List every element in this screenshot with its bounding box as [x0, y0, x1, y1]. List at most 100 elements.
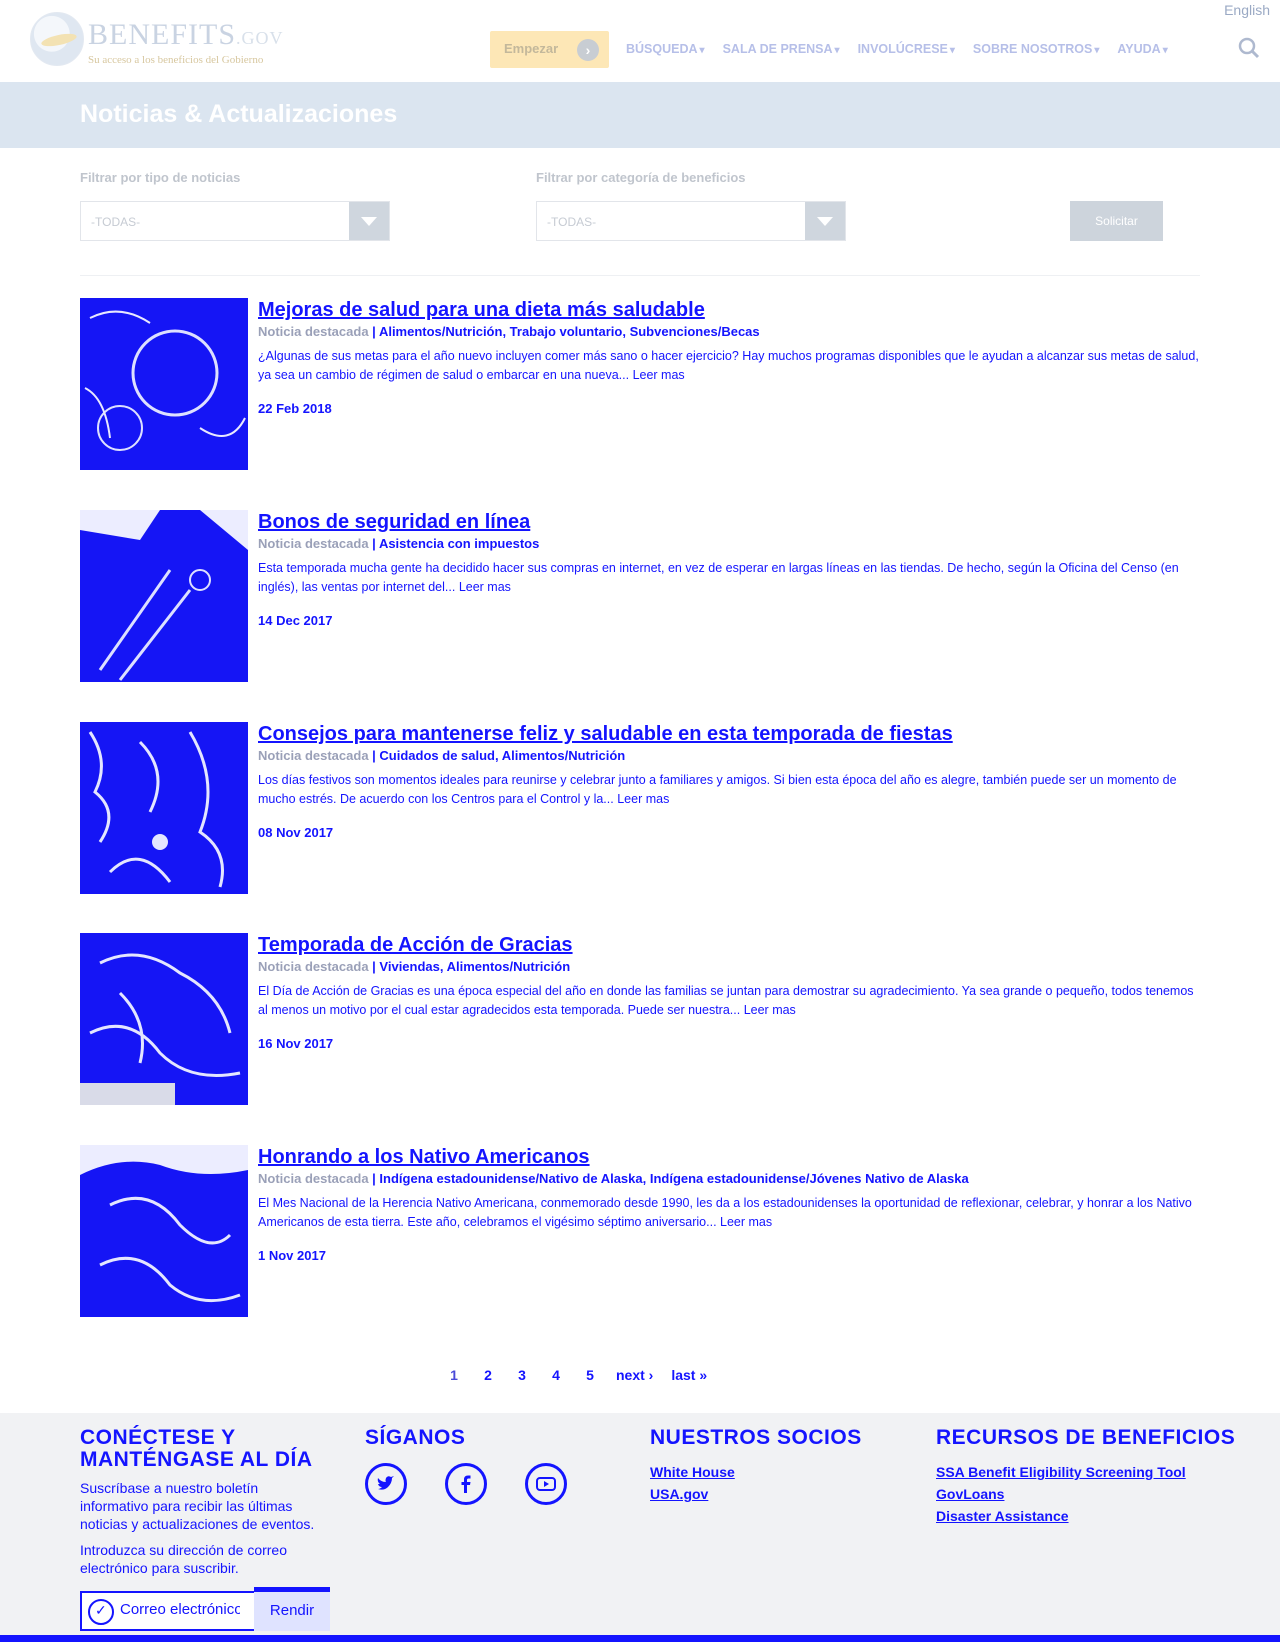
- footer-follow-title: SÍGANOS: [365, 1426, 466, 1449]
- news-thumbnail[interactable]: [80, 933, 248, 1105]
- chevron-down-icon: ▾: [834, 45, 840, 56]
- page-link-4[interactable]: 4: [542, 1360, 570, 1390]
- news-title-link[interactable]: Mejoras de salud para una dieta más salu…: [258, 298, 1200, 322]
- facebook-icon[interactable]: [445, 1463, 487, 1505]
- nav-item-busqueda[interactable]: BÚSQUEDA ▾: [626, 42, 705, 56]
- newsletter-form: Rendir: [80, 1587, 330, 1631]
- read-more-link[interactable]: Leer mas: [459, 580, 511, 594]
- news-item: Honrando a los Nativo Americanos Noticia…: [80, 1145, 1200, 1317]
- footer-partners-title: NUESTROS SOCIOS: [650, 1426, 862, 1449]
- category-filter-label: Filtrar por categoría de beneficios: [536, 170, 746, 185]
- nav-item-sala-de-prensa[interactable]: SALA DE PRENSA ▾: [723, 42, 840, 56]
- news-item: Consejos para mantenerse feliz y saludab…: [80, 722, 1200, 894]
- news-description: El Mes Nacional de la Herencia Nativo Am…: [258, 1196, 1192, 1229]
- filter-submit-button[interactable]: Solicitar: [1070, 201, 1163, 241]
- dropdown-arrow-icon[interactable]: [349, 202, 389, 240]
- news-date: 1 Nov 2017: [258, 1248, 326, 1263]
- page-link-2[interactable]: 2: [474, 1360, 502, 1390]
- footer-email-prompt: Introduzca su dirección de correo electr…: [80, 1542, 287, 1576]
- news-title-link[interactable]: Temporada de Acción de Gracias: [258, 933, 1200, 957]
- search-icon[interactable]: [1238, 37, 1260, 59]
- divider: [80, 275, 1200, 276]
- news-meta: Noticia destacada | Alimentos/Nutrición,…: [258, 324, 760, 339]
- news-type-select-value: -TODAS-: [91, 215, 141, 229]
- news-thumbnail[interactable]: [80, 1145, 248, 1317]
- news-type-filter-label: Filtrar por tipo de noticias: [80, 170, 241, 185]
- news-date: 16 Nov 2017: [258, 1036, 334, 1051]
- news-description: ¿Algunas de sus metas para el año nuevo …: [258, 349, 1199, 382]
- page-link-3[interactable]: 3: [508, 1360, 536, 1390]
- news-title-link[interactable]: Honrando a los Nativo Americanos: [258, 1145, 1200, 1169]
- site-header: English BENEFITS.GOV Su acceso a los ben…: [0, 0, 1280, 82]
- page-link-1[interactable]: 1: [440, 1360, 468, 1390]
- nav-item-involucrese[interactable]: INVOLÚCRESE ▾: [858, 42, 955, 56]
- pagination: 1 2 3 4 5 next › last »: [440, 1360, 713, 1390]
- news-description: Esta temporada mucha gente ha decidido h…: [258, 561, 1179, 594]
- news-thumbnail[interactable]: [80, 298, 248, 470]
- footer-follow: SÍGANOS: [365, 1427, 615, 1505]
- news-meta: Noticia destacada | Asistencia con impue…: [258, 536, 540, 551]
- news-type-select[interactable]: -TODAS-: [80, 201, 390, 241]
- nav-item-ayuda[interactable]: AYUDA ▾: [1117, 42, 1167, 56]
- page-link-next[interactable]: next ›: [610, 1360, 659, 1390]
- news-title-link[interactable]: Consejos para mantenerse feliz y saludab…: [258, 722, 1200, 746]
- resource-link-govloans[interactable]: GovLoans: [936, 1483, 1236, 1505]
- logo-wordmark: BENEFITS.GOV: [88, 18, 284, 51]
- newsletter-submit-button[interactable]: Rendir: [254, 1587, 330, 1631]
- read-more-link[interactable]: Leer mas: [720, 1215, 772, 1229]
- footer-connect-text: Suscríbase a nuestro boletín informativo…: [80, 1480, 315, 1532]
- chevron-down-icon: ▾: [1094, 45, 1100, 56]
- page-link-last[interactable]: last »: [665, 1360, 713, 1390]
- main-nav: BÚSQUEDA ▾ SALA DE PRENSA ▾ INVOLÚCRESE ▾ S…: [626, 42, 1168, 56]
- resource-link-disaster-assistance[interactable]: Disaster Assistance: [936, 1505, 1236, 1527]
- start-button-label: Empezar: [504, 41, 559, 56]
- page-link-5[interactable]: 5: [576, 1360, 604, 1390]
- news-description: Los días festivos son momentos ideales p…: [258, 773, 1177, 806]
- social-links: [365, 1463, 615, 1505]
- news-meta: Noticia destacada | Cuidados de salud, A…: [258, 748, 626, 763]
- chevron-down-icon: ▾: [699, 45, 705, 56]
- read-more-link[interactable]: Leer mas: [617, 792, 669, 806]
- news-thumbnail[interactable]: [80, 510, 248, 682]
- dropdown-arrow-icon[interactable]: [805, 202, 845, 240]
- news-meta: Noticia destacada | Indígena estadounide…: [258, 1171, 969, 1186]
- nav-item-sobre-nosotros[interactable]: SOBRE NOSOTROS ▾: [973, 42, 1100, 56]
- page-title: Noticias & Actualizaciones: [80, 100, 398, 128]
- read-more-link[interactable]: Leer mas: [633, 368, 685, 382]
- news-thumbnail[interactable]: [80, 722, 248, 894]
- category-select[interactable]: -TODAS-: [536, 201, 846, 241]
- news-date: 22 Feb 2018: [258, 401, 332, 416]
- start-button[interactable]: Empezar ›: [490, 31, 609, 68]
- newsletter-email-input[interactable]: [120, 1601, 240, 1618]
- footer-bottom-bar: [0, 1635, 1280, 1642]
- logo-tagline: Su acceso a los beneficios del Gobierno: [88, 54, 264, 66]
- email-check-icon: [88, 1599, 114, 1625]
- page-title-band: Noticias & Actualizaciones: [0, 82, 1280, 148]
- footer-resources: RECURSOS DE BENEFICIOS SSA Benefit Eligi…: [936, 1427, 1236, 1527]
- news-title-link[interactable]: Bonos de seguridad en línea: [258, 510, 1200, 534]
- news-item: Bonos de seguridad en línea Noticia dest…: [80, 510, 1200, 682]
- footer-connect: CONÉCTESE Y MANTÉNGASE AL DÍA Suscríbase…: [80, 1427, 330, 1631]
- arrow-right-icon: ›: [577, 39, 599, 61]
- read-more-link[interactable]: Leer mas: [744, 1003, 796, 1017]
- footer-connect-title: CONÉCTESE Y MANTÉNGASE AL DÍA: [80, 1426, 313, 1471]
- chevron-down-icon: ▾: [949, 45, 955, 56]
- partner-link-usa-gov[interactable]: USA.gov: [650, 1483, 900, 1505]
- youtube-icon[interactable]: [525, 1463, 567, 1505]
- category-select-value: -TODAS-: [547, 215, 597, 229]
- news-item: Mejoras de salud para una dieta más salu…: [80, 298, 1200, 470]
- news-date: 14 Dec 2017: [258, 613, 333, 628]
- language-link[interactable]: English: [1224, 2, 1270, 18]
- chevron-down-icon: ▾: [1162, 45, 1168, 56]
- footer-resources-title: RECURSOS DE BENEFICIOS: [936, 1426, 1236, 1449]
- site-logo[interactable]: BENEFITS.GOV Su acceso a los beneficios …: [30, 10, 283, 66]
- news-description: El Día de Acción de Gracias es una época…: [258, 984, 1194, 1017]
- footer-partners: NUESTROS SOCIOS White House USA.gov: [650, 1427, 900, 1505]
- news-meta: Noticia destacada | Viviendas, Alimentos…: [258, 959, 571, 974]
- partner-link-white-house[interactable]: White House: [650, 1461, 900, 1483]
- twitter-icon[interactable]: [365, 1463, 407, 1505]
- site-footer: CONÉCTESE Y MANTÉNGASE AL DÍA Suscríbase…: [0, 1413, 1280, 1642]
- news-date: 08 Nov 2017: [258, 825, 334, 840]
- news-item: Temporada de Acción de Gracias Noticia d…: [80, 933, 1200, 1105]
- resource-link-ssa-tool[interactable]: SSA Benefit Eligibility Screening Tool: [936, 1461, 1236, 1483]
